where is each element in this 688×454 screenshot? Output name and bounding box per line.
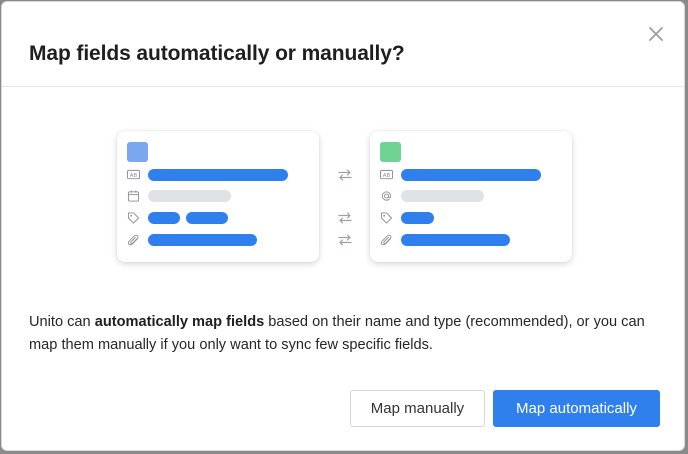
text-field-icon: AB <box>127 169 140 180</box>
at-sign-icon <box>381 191 392 201</box>
sync-arrows-icon <box>338 234 352 246</box>
map-manually-button[interactable]: Map manually <box>350 390 485 427</box>
source-fields-card: AB <box>117 131 319 262</box>
tag-bar <box>186 212 228 224</box>
target-app-square <box>380 142 401 162</box>
dialog-header: Map fields automatically or manually? <box>2 2 684 87</box>
map-fields-dialog: Map fields automatically or manually? AB <box>1 1 685 451</box>
paperclip-icon <box>380 234 392 246</box>
field-bar <box>401 169 541 181</box>
paperclip-icon <box>127 234 139 246</box>
dialog-description: Unito can automatically map fields based… <box>29 311 659 357</box>
field-bar-placeholder <box>148 190 231 202</box>
map-automatically-button[interactable]: Map automatically <box>493 390 660 427</box>
dialog-title: Map fields automatically or manually? <box>29 42 405 65</box>
svg-text:AB: AB <box>383 173 391 179</box>
field-mapping-illustration: AB AB <box>2 86 684 286</box>
svg-text:AB: AB <box>130 173 138 179</box>
tag-icon <box>127 212 140 224</box>
tag-bar <box>401 212 434 224</box>
target-fields-card: AB <box>370 131 572 262</box>
text-field-icon: AB <box>380 169 393 180</box>
close-icon[interactable] <box>646 24 666 44</box>
field-bar <box>148 169 288 181</box>
sync-arrows-icon <box>338 212 352 224</box>
tag-bar <box>148 212 180 224</box>
description-emphasis: automatically map fields <box>94 314 265 330</box>
calendar-icon <box>127 190 140 202</box>
field-bar-placeholder <box>401 190 484 202</box>
tag-icon <box>380 212 393 224</box>
field-bar <box>148 234 257 246</box>
field-bar <box>401 234 510 246</box>
sync-arrows-icon <box>338 169 352 181</box>
description-lead: Unito can <box>29 314 95 330</box>
source-app-square <box>127 142 148 162</box>
